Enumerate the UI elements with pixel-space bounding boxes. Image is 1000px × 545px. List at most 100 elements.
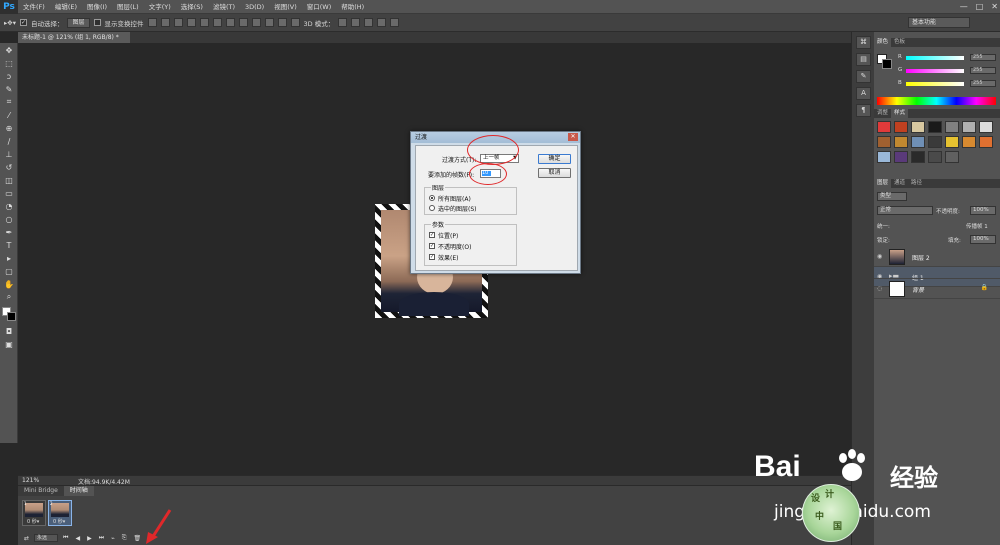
move-tool-icon[interactable]: ✥: [2, 44, 16, 56]
red-value[interactable]: 255: [970, 54, 996, 61]
next-frame-button[interactable]: ⏭: [97, 534, 106, 542]
dialog-close-icon[interactable]: ✕: [568, 133, 578, 141]
layer-row-background[interactable]: ◌ 背景 🔒: [874, 279, 1000, 299]
tab-color[interactable]: 颜色: [874, 38, 892, 47]
screen-mode-icon[interactable]: ▣: [2, 338, 16, 350]
tab-mini-bridge[interactable]: Mini Bridge: [18, 486, 64, 496]
align-right-icon[interactable]: [212, 18, 222, 27]
style-swatch[interactable]: [894, 136, 908, 148]
first-frame-button[interactable]: ⏮: [61, 534, 70, 542]
menu-view[interactable]: 视图(V): [269, 0, 302, 14]
menu-edit[interactable]: 编辑(E): [50, 0, 82, 14]
3d-rotate-icon[interactable]: [338, 18, 348, 27]
crop-tool-icon[interactable]: ⌗: [2, 96, 16, 108]
align-bottom-icon[interactable]: [173, 18, 183, 27]
distribute-center-icon[interactable]: [277, 18, 287, 27]
style-swatch[interactable]: [911, 151, 925, 163]
style-swatch[interactable]: [877, 136, 891, 148]
close-button[interactable]: ✕: [991, 0, 998, 14]
frame-delay[interactable]: 0 秒▾: [27, 518, 39, 525]
path-select-tool-icon[interactable]: ▸: [2, 252, 16, 264]
position-checkbox[interactable]: ✓: [429, 232, 435, 238]
ok-button[interactable]: 确定: [538, 154, 571, 164]
tab-styles[interactable]: 样式: [891, 109, 909, 118]
style-swatch[interactable]: [945, 121, 959, 133]
style-swatch[interactable]: [928, 121, 942, 133]
align-top-icon[interactable]: [147, 18, 157, 27]
menu-window[interactable]: 窗口(W): [302, 0, 337, 14]
style-swatch[interactable]: [962, 136, 976, 148]
gradient-tool-icon[interactable]: ▭: [2, 187, 16, 199]
tab-swatches[interactable]: 色板: [891, 38, 908, 47]
distribute-middle-icon[interactable]: [238, 18, 248, 27]
opacity-checkbox[interactable]: ✓: [429, 243, 435, 249]
style-swatch[interactable]: [894, 121, 908, 133]
properties-icon[interactable]: ▤: [856, 53, 871, 66]
green-slider-bar[interactable]: [906, 69, 964, 73]
menu-help[interactable]: 帮助(H): [336, 0, 369, 14]
tab-timeline[interactable]: 时间轴: [63, 486, 94, 496]
convert-timeline-icon[interactable]: ⇄: [22, 535, 31, 542]
animation-frame-1[interactable]: 1 0 秒▾: [22, 500, 46, 526]
3d-roll-icon[interactable]: [351, 18, 361, 27]
shape-tool-icon[interactable]: ▢: [2, 265, 16, 277]
document-tab[interactable]: 未标题-1 @ 121% (组 1, RGB/8) *: [18, 32, 130, 43]
tab-layers[interactable]: 图层: [874, 179, 892, 188]
align-center-icon[interactable]: [199, 18, 209, 27]
tab-paths[interactable]: 路径: [908, 179, 925, 188]
maximize-button[interactable]: □: [976, 0, 984, 14]
animation-frame-2[interactable]: 2 0 秒▾: [48, 500, 72, 526]
brush-panel-icon[interactable]: ✎: [856, 70, 871, 83]
play-button[interactable]: ▶: [85, 535, 94, 542]
move-tool-icon[interactable]: ▸✥▾: [4, 19, 16, 27]
menu-layer[interactable]: 图层(L): [112, 0, 144, 14]
auto-select-checkbox[interactable]: ✓: [19, 19, 27, 26]
foreground-background-colors[interactable]: [2, 307, 16, 321]
lasso-tool-icon[interactable]: ↄ: [2, 70, 16, 82]
pen-tool-icon[interactable]: ✒: [2, 226, 16, 238]
style-swatch[interactable]: [911, 136, 925, 148]
red-slider-bar[interactable]: [906, 56, 964, 60]
style-swatch[interactable]: [877, 151, 891, 163]
3d-slide-icon[interactable]: [377, 18, 387, 27]
selected-layers-radio[interactable]: [429, 205, 435, 211]
background-color-swatch[interactable]: [7, 312, 16, 321]
frame-delay[interactable]: 0 秒▾: [53, 518, 65, 525]
zoom-level[interactable]: 121%: [22, 477, 39, 484]
auto-select-dropdown[interactable]: 图层: [67, 17, 90, 28]
brush-tool-icon[interactable]: ∕: [2, 135, 16, 147]
menu-image[interactable]: 图像(I): [82, 0, 112, 14]
style-swatch[interactable]: [945, 136, 959, 148]
tab-channels[interactable]: 通道: [891, 179, 908, 188]
style-swatch[interactable]: [979, 136, 993, 148]
green-slider[interactable]: G 255: [898, 67, 998, 75]
all-layers-radio[interactable]: [429, 195, 435, 201]
distribute-right-icon[interactable]: [290, 18, 300, 27]
red-slider[interactable]: R 255: [898, 54, 998, 62]
cancel-button[interactable]: 取消: [538, 168, 571, 178]
style-swatch[interactable]: [928, 151, 942, 163]
style-swatch[interactable]: [979, 121, 993, 133]
distribute-top-icon[interactable]: [225, 18, 235, 27]
hand-tool-icon[interactable]: ✋: [2, 278, 16, 290]
menu-type[interactable]: 文字(Y): [144, 0, 176, 14]
eraser-tool-icon[interactable]: ◫: [2, 174, 16, 186]
style-swatch[interactable]: [928, 136, 942, 148]
visibility-eye-icon[interactable]: ◌: [877, 285, 882, 292]
loop-dropdown[interactable]: 永远: [34, 534, 59, 542]
tween-icon[interactable]: ⌁: [109, 535, 117, 542]
effects-checkbox[interactable]: ✓: [429, 254, 435, 260]
green-value[interactable]: 255: [970, 67, 996, 74]
menu-file[interactable]: 文件(F): [18, 0, 50, 14]
layer-row-layer2[interactable]: ◉ 图层 2: [874, 247, 1000, 267]
history-brush-tool-icon[interactable]: ↺: [2, 161, 16, 173]
blue-slider-bar[interactable]: [906, 82, 964, 86]
style-swatch[interactable]: [877, 121, 891, 133]
3d-scale-icon[interactable]: [390, 18, 400, 27]
menu-select[interactable]: 选择(S): [176, 0, 208, 14]
workspace-dropdown[interactable]: 基本功能: [908, 17, 970, 28]
dodge-tool-icon[interactable]: ○: [2, 213, 16, 225]
blue-slider[interactable]: B 255: [898, 80, 998, 88]
menu-3d[interactable]: 3D(D): [240, 0, 269, 14]
tab-adjustments[interactable]: 调整: [874, 109, 891, 118]
